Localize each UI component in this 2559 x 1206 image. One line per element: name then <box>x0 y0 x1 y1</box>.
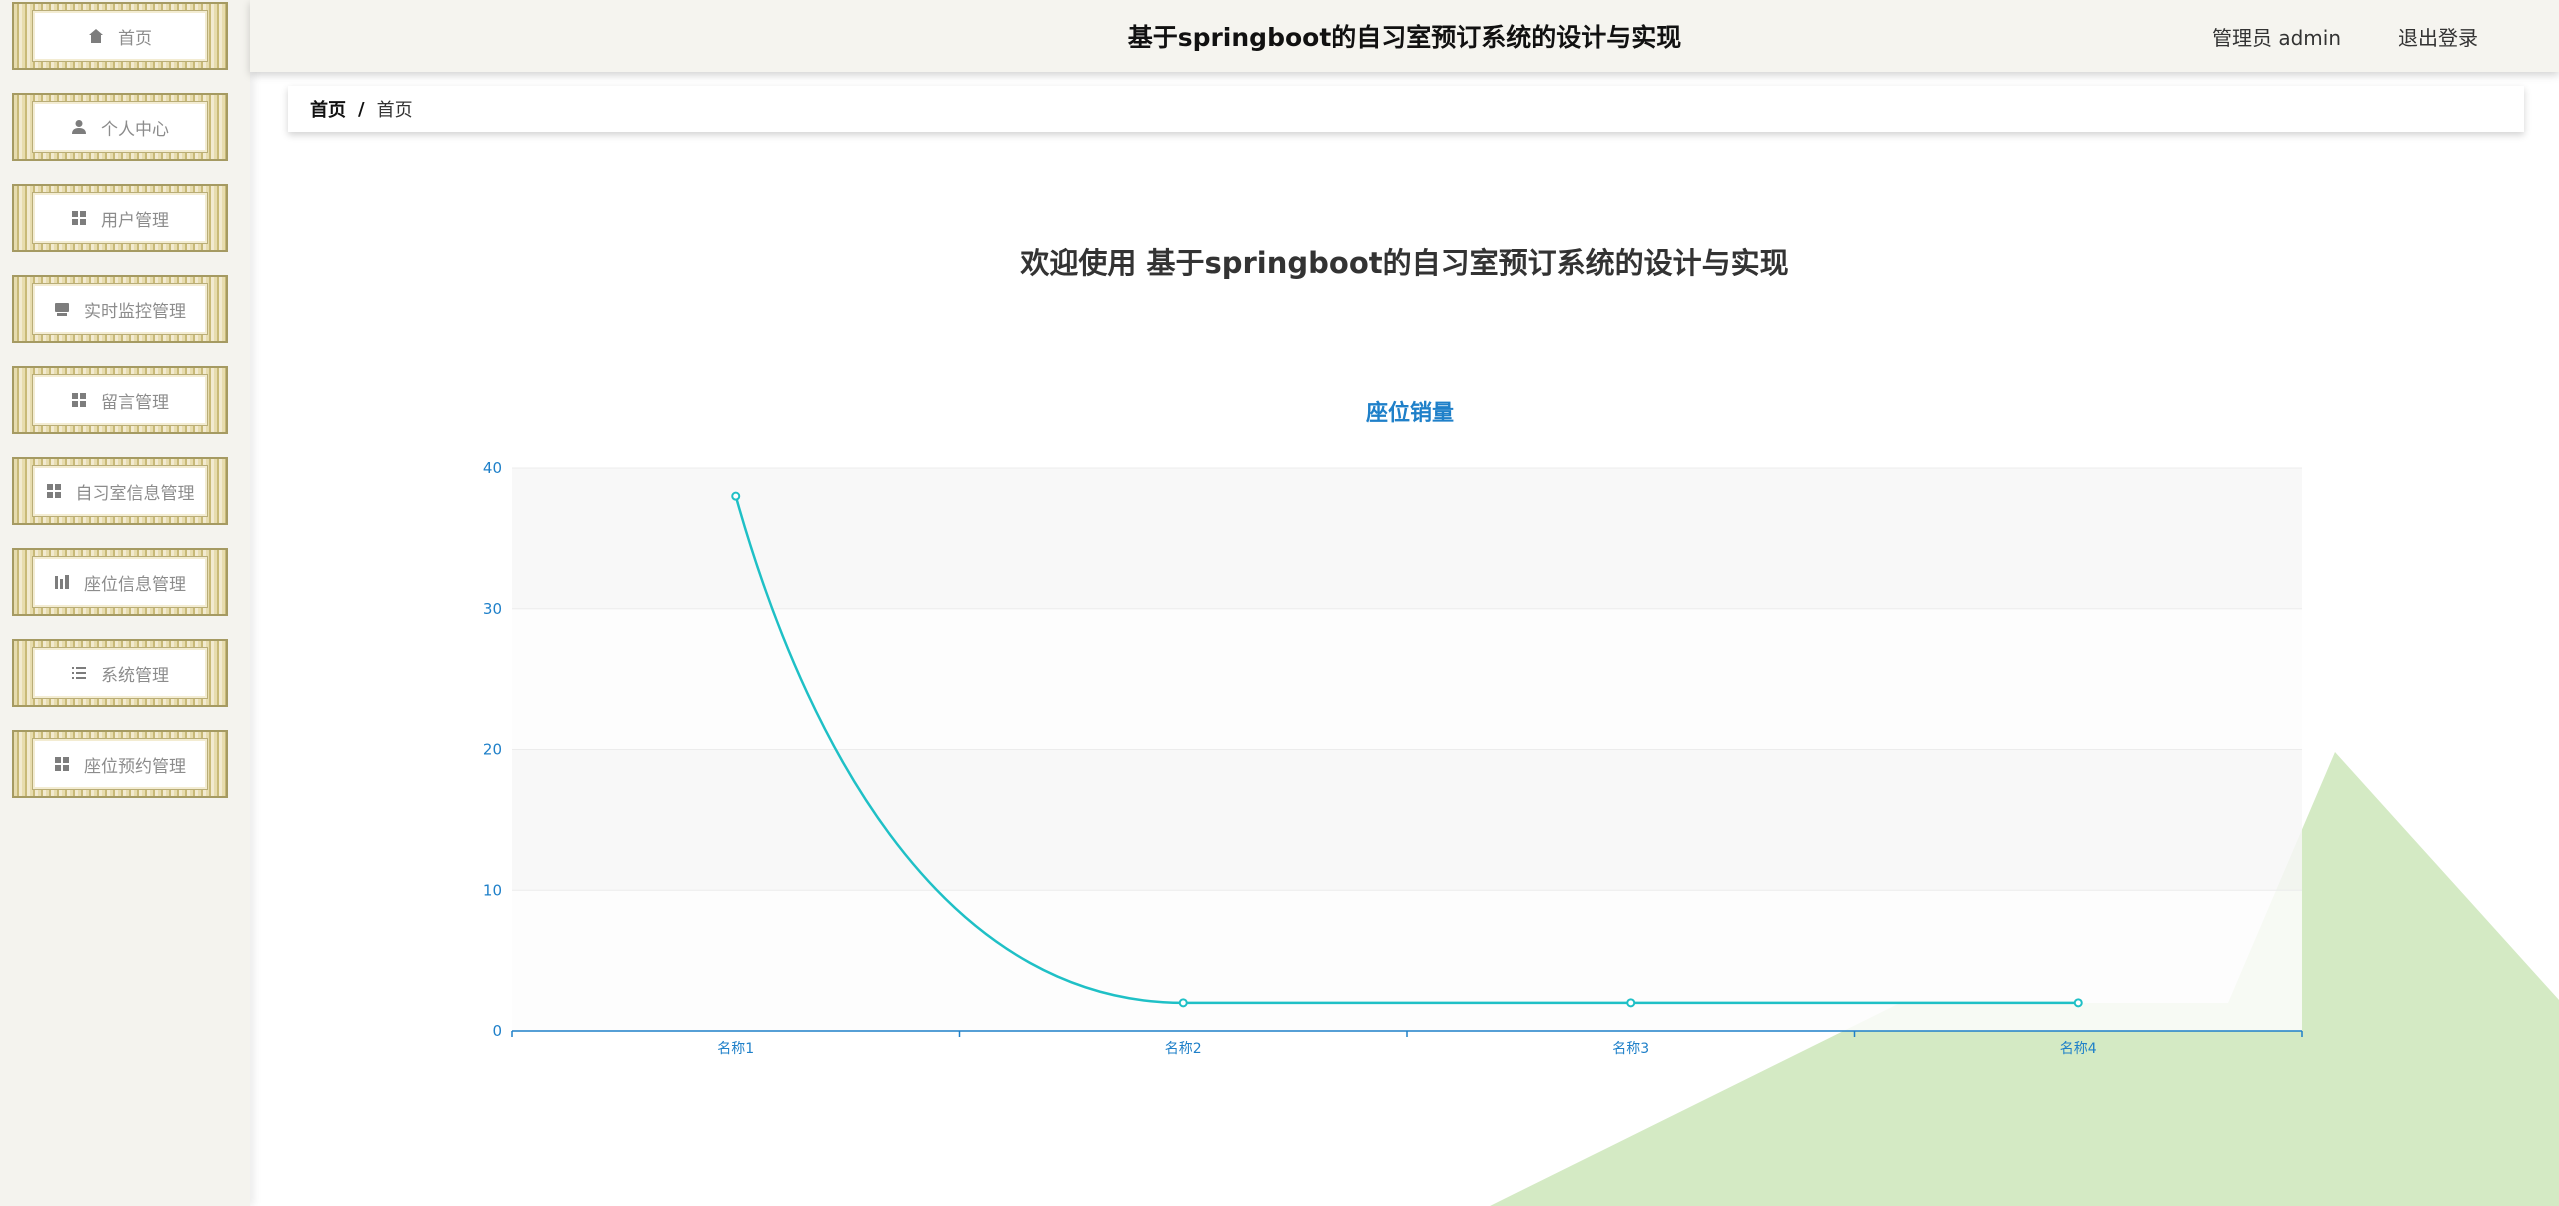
breadcrumb-root-link[interactable]: 首页 <box>310 96 346 122</box>
sidebar-item-home[interactable]: 首页 <box>12 2 228 70</box>
chart-title: 座位销量 <box>1365 401 1454 426</box>
breadcrumb: 首页 / 首页 <box>288 86 2524 132</box>
sidebar-item-profile[interactable]: 个人中心 <box>12 93 228 161</box>
data-point <box>2073 998 2083 1008</box>
admin-label: 管理员 admin <box>2212 26 2342 50</box>
sidebar-item-label: 用户管理 <box>101 210 169 231</box>
y-tick-label: 20 <box>483 741 502 759</box>
data-point <box>1626 998 1636 1008</box>
breadcrumb-separator: / <box>358 98 365 120</box>
sidebar-item-label: 系统管理 <box>101 665 169 686</box>
monitor-icon <box>54 301 70 317</box>
user-icon <box>71 119 87 135</box>
x-tick-label: 名称3 <box>1612 1041 1649 1057</box>
y-tick-label: 40 <box>483 459 502 477</box>
grid-band <box>512 749 2302 891</box>
sidebar-item-label: 实时监控管理 <box>84 301 186 322</box>
logout-button[interactable]: 退出登录 <box>2398 0 2478 76</box>
sidebar-item-monitoring[interactable]: 实时监控管理 <box>12 275 228 343</box>
sidebar-item-label: 个人中心 <box>101 119 169 140</box>
grid-icon <box>54 756 70 772</box>
sidebar-item-label: 首页 <box>118 28 152 49</box>
top-header: 基于springboot的自习室预订系统的设计与实现 管理员 admin 退出登… <box>250 0 2559 72</box>
sidebar-item-label: 自习室信息管理 <box>75 483 195 504</box>
sidebar-item-system[interactable]: 系统管理 <box>12 639 228 707</box>
x-tick-label: 名称1 <box>717 1041 754 1057</box>
sidebar-item-study-rooms[interactable]: 自习室信息管理 <box>12 457 228 525</box>
y-tick-label: 10 <box>483 881 502 899</box>
grid-band <box>512 468 2302 609</box>
welcome-heading: 欢迎使用 基于springboot的自习室预订系统的设计与实现 <box>1020 246 1789 280</box>
sidebar-item-reservations[interactable]: 座位预约管理 <box>12 730 228 798</box>
y-tick-label: 30 <box>483 600 502 618</box>
grid-band <box>512 890 2302 1031</box>
seat-sales-chart: 0 10 20 30 40 名称1 名称2 名称3 名称4 <box>483 459 2303 1057</box>
sidebar-item-label: 留言管理 <box>101 392 169 413</box>
sidebar-item-seats[interactable]: 座位信息管理 <box>12 548 228 616</box>
home-icon <box>88 28 104 44</box>
grid-icon <box>71 210 87 226</box>
grid-icon <box>71 392 87 408</box>
data-point <box>731 491 741 501</box>
chart-icon <box>54 574 70 590</box>
grid-icon <box>46 483 62 499</box>
sidebar-item-messages[interactable]: 留言管理 <box>12 366 228 434</box>
x-tick-label: 名称4 <box>2060 1041 2097 1057</box>
data-point <box>1178 998 1188 1008</box>
breadcrumb-current: 首页 <box>376 100 413 121</box>
sidebar-item-users[interactable]: 用户管理 <box>12 184 228 252</box>
sidebar-item-label: 座位预约管理 <box>84 756 186 777</box>
sidebar: 首页 个人中心 用户管理 实时监控管理 留言管理 自习室信息管理 座位信息管理 … <box>0 0 250 1206</box>
y-tick-label: 0 <box>492 1022 502 1040</box>
sidebar-item-label: 座位信息管理 <box>84 574 186 595</box>
x-tick-label: 名称2 <box>1165 1041 1202 1057</box>
list-icon <box>71 665 87 681</box>
